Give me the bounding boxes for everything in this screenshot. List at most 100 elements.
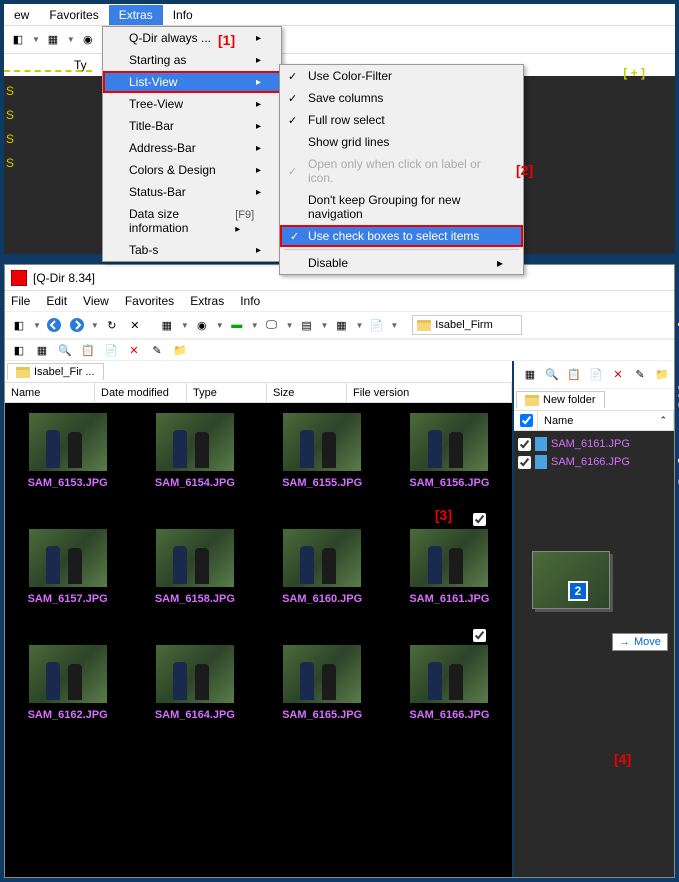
col-check[interactable]	[514, 411, 538, 430]
layout-icon[interactable]: ◧	[9, 315, 29, 335]
menu-file[interactable]: File	[11, 294, 30, 308]
list-item[interactable]: SAM_6166.JPG	[518, 453, 670, 471]
menu-item-starting-as[interactable]: Starting as▸	[103, 49, 281, 71]
thumbnail-filename: SAM_6162.JPG	[13, 709, 122, 721]
toolbar-icon[interactable]: 📁	[652, 365, 672, 385]
toolbar-icon[interactable]: 🔍	[55, 340, 75, 360]
move-tooltip: → Move	[612, 633, 668, 651]
submenu-save-columns[interactable]: ✓Save columns	[280, 87, 523, 109]
submenu-open-label: ✓Open only when click on label or icon.	[280, 153, 523, 189]
toolbar-icon[interactable]: ✎	[147, 340, 167, 360]
menu-edit[interactable]: Edit	[46, 294, 67, 308]
right-pane: ▦ 🔍 📋 📄 ✕ ✎ 📁 New folder Name⌃	[512, 361, 674, 877]
thumb-checkbox[interactable]	[473, 513, 486, 526]
toolbar-icon[interactable]: ▦	[331, 315, 351, 335]
menu-item-status-bar[interactable]: Status-Bar▸	[103, 181, 281, 203]
menu-item-tabs[interactable]: Tab-s▸	[103, 239, 281, 261]
right-list-area[interactable]: SAM_6161.JPG SAM_6166.JPG 2 → Move [4]	[514, 431, 674, 877]
toolbar-icon[interactable]: ▤	[297, 315, 317, 335]
thumbnail-item[interactable]: SAM_6160.JPG	[268, 529, 377, 605]
menu-item-colors-design[interactable]: Colors & Design▸	[103, 159, 281, 181]
toolbar-icon[interactable]: ▦	[32, 340, 52, 360]
thumbnail-item[interactable]: SAM_6158.JPG	[140, 529, 249, 605]
left-tab[interactable]: Isabel_Fir ...	[7, 363, 104, 380]
thumbnail-filename: SAM_6161.JPG	[395, 593, 504, 605]
menu-item-qdir-always[interactable]: Q-Dir always ...▸	[103, 27, 281, 49]
col-size[interactable]: Size	[267, 383, 347, 402]
toolbar-icon[interactable]: 📄	[586, 365, 606, 385]
toolbar-icon[interactable]: ▬	[227, 315, 247, 335]
menu-favorites[interactable]: Favorites	[39, 5, 108, 25]
menu-item-address-bar[interactable]: Address-Bar▸	[103, 137, 281, 159]
toolbar-icon[interactable]: 📋	[564, 365, 584, 385]
menu-item-title-bar[interactable]: Title-Bar▸	[103, 115, 281, 137]
thumbnail-item[interactable]: SAM_6155.JPG	[268, 413, 377, 489]
col-date[interactable]: Date modified	[95, 383, 187, 402]
toolbar-icon[interactable]: 📄	[366, 315, 386, 335]
toolbar-icon[interactable]: 📋	[78, 340, 98, 360]
submenu-show-grid[interactable]: Show grid lines	[280, 131, 523, 153]
item-checkbox[interactable]	[518, 438, 531, 451]
menu-info[interactable]: Info	[163, 5, 203, 25]
gear-icon[interactable]: ✕	[125, 315, 145, 335]
toolbar-icon[interactable]: 📁	[170, 340, 190, 360]
menu-info[interactable]: Info	[240, 294, 260, 308]
submenu-use-checkboxes[interactable]: ✓Use check boxes to select items	[280, 225, 523, 247]
monitor-icon[interactable]: 🖵	[262, 315, 282, 335]
toolbar-icon[interactable]: 📄	[101, 340, 121, 360]
col-version[interactable]: File version	[347, 383, 512, 402]
item-checkbox[interactable]	[518, 456, 531, 469]
submenu-color-filter[interactable]: ✓Use Color-Filter	[280, 65, 523, 87]
menu-item-tree-view[interactable]: Tree-View▸	[103, 93, 281, 115]
thumbnail-image	[410, 529, 488, 587]
nav-fwd-icon[interactable]	[67, 315, 87, 335]
folder-icon	[525, 395, 539, 406]
right-tab[interactable]: New folder	[516, 391, 605, 408]
thumbnail-image	[156, 645, 234, 703]
menu-extras[interactable]: Extras	[190, 294, 224, 308]
thumbnail-filename: SAM_6157.JPG	[13, 593, 122, 605]
thumbnail-item[interactable]: SAM_6153.JPG	[13, 413, 122, 489]
thumbnail-filename: SAM_6160.JPG	[268, 593, 377, 605]
thumbnail-item[interactable]: SAM_6162.JPG	[13, 645, 122, 721]
menu-item-data-size[interactable]: Data size information[F9] ▸	[103, 203, 281, 239]
thumbnail-item[interactable]: SAM_6154.JPG	[140, 413, 249, 489]
address-box[interactable]: Isabel_Firm	[412, 315, 522, 335]
col-name[interactable]: Name⌃	[538, 411, 674, 430]
toolbar-icon[interactable]: ◧	[8, 30, 28, 50]
col-type[interactable]: Type	[187, 383, 267, 402]
toolbar-icon[interactable]: ✎	[630, 365, 650, 385]
menu-item-list-view[interactable]: List-View▸	[103, 71, 281, 93]
submenu-dont-keep-grouping[interactable]: Don't keep Grouping for new navigation	[280, 189, 523, 225]
toolbar-icon[interactable]: ▦	[520, 365, 540, 385]
right-toolbar: ▦ 🔍 📋 📄 ✕ ✎ 📁	[514, 361, 674, 389]
toolbar-icon[interactable]: 🔍	[542, 365, 562, 385]
toolbar-icon[interactable]: ✕	[124, 340, 144, 360]
toolbar-icon[interactable]: ▦	[157, 315, 177, 335]
thumbnail-item[interactable]: SAM_6165.JPG	[268, 645, 377, 721]
thumbnail-item[interactable]: SAM_6166.JPG	[395, 645, 504, 721]
submenu-disable[interactable]: Disable▸	[280, 252, 523, 274]
nav-back-icon[interactable]	[44, 315, 64, 335]
toolbar-icon[interactable]: ✕	[608, 365, 628, 385]
thumbnail-image	[29, 529, 107, 587]
toolbar-icon[interactable]: ◉	[192, 315, 212, 335]
list-item[interactable]: SAM_6161.JPG	[518, 435, 670, 453]
thumbnail-item[interactable]: SAM_6164.JPG	[140, 645, 249, 721]
thumb-checkbox[interactable]	[473, 629, 486, 642]
refresh-icon[interactable]: ↻	[102, 315, 122, 335]
menu-favorites[interactable]: Favorites	[125, 294, 174, 308]
toolbar-icon[interactable]: ◉	[78, 30, 98, 50]
toolbar-icon[interactable]: ▦	[43, 30, 63, 50]
menu-extras[interactable]: Extras	[109, 5, 163, 25]
menu-separator	[284, 249, 519, 250]
col-name[interactable]: Name	[5, 383, 95, 402]
thumbnail-item[interactable]: SAM_6156.JPG	[395, 413, 504, 489]
menu-view[interactable]: ew	[4, 5, 39, 25]
submenu-full-row-select[interactable]: ✓Full row select	[280, 109, 523, 131]
menu-view[interactable]: View	[83, 294, 109, 308]
thumbnails-area[interactable]: SAM_6153.JPGSAM_6154.JPGSAM_6155.JPGSAM_…	[5, 403, 512, 877]
toolbar-icon[interactable]: ◧	[9, 340, 29, 360]
thumbnail-item[interactable]: SAM_6161.JPG	[395, 529, 504, 605]
thumbnail-item[interactable]: SAM_6157.JPG	[13, 529, 122, 605]
